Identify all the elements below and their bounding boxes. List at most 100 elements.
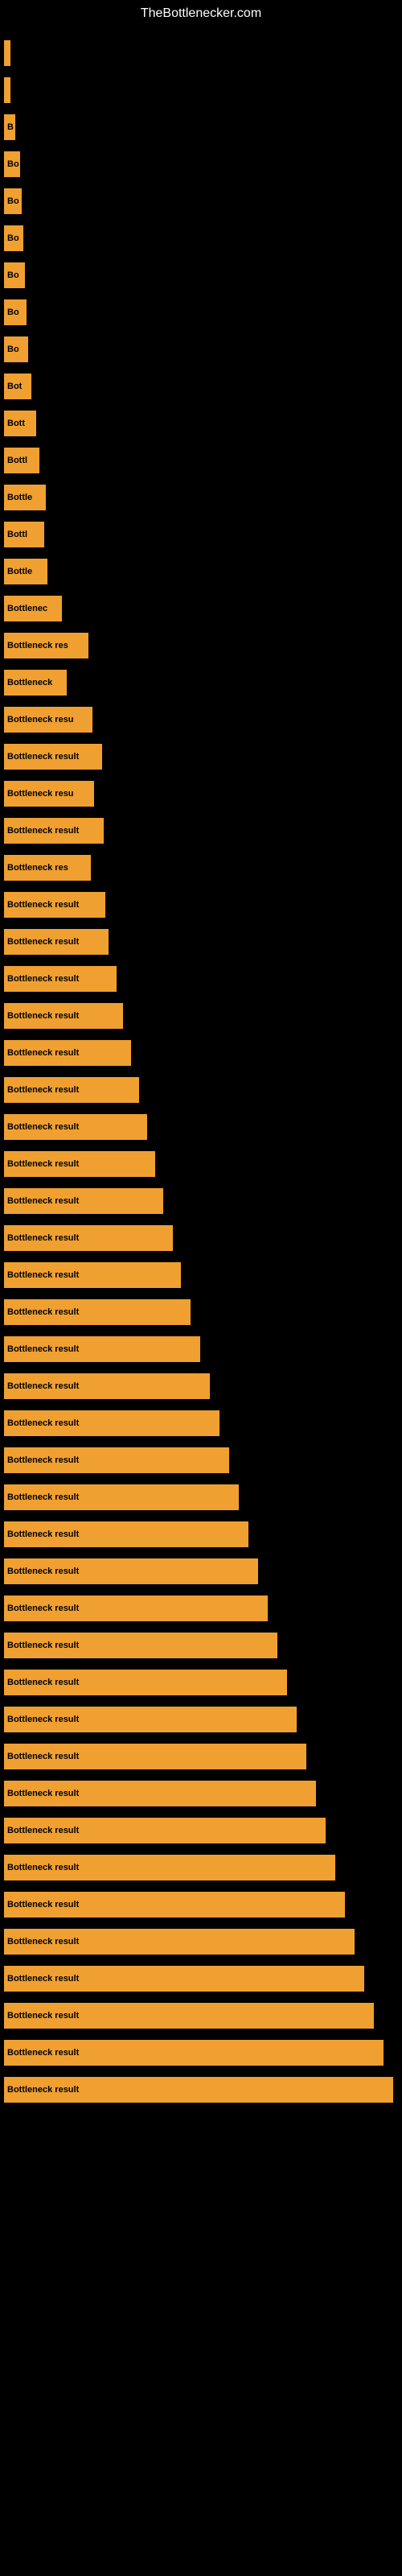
bar-item: Bott: [4, 411, 36, 436]
bar-row: Bottleneck result: [4, 1368, 402, 1404]
bar-row: Bottleneck result: [4, 1331, 402, 1367]
bar-item: Bottleneck result: [4, 1447, 229, 1473]
bar-item: Bottle: [4, 559, 47, 584]
bar-item: [4, 40, 10, 66]
bar-item: Bo: [4, 262, 25, 288]
bar-row: Bottleneck result: [4, 1628, 402, 1663]
bar-item: Bottleneck res: [4, 855, 91, 881]
bar-item: Bottleneck resu: [4, 707, 92, 733]
bar-row: Bottleneck result: [4, 887, 402, 923]
bar-item: Bottleneck res: [4, 633, 88, 658]
bar-row: Bo: [4, 332, 402, 367]
bar-item: Bo: [4, 188, 22, 214]
bar-item: Bottlenec: [4, 596, 62, 621]
bar-item: Bottleneck result: [4, 1151, 155, 1177]
bar-item: Bottleneck result: [4, 1003, 123, 1029]
bar-row: Bottleneck result: [4, 1739, 402, 1774]
bar-row: Bottleneck result: [4, 998, 402, 1034]
bar-item: Bottleneck result: [4, 1299, 191, 1325]
bar-item: Bottleneck result: [4, 1744, 306, 1769]
bar-row: Bottle: [4, 554, 402, 589]
bar-row: Bo: [4, 295, 402, 330]
bar-item: B: [4, 114, 15, 140]
bar-item: Bottleneck resu: [4, 781, 94, 807]
bar-item: Bottleneck result: [4, 1262, 181, 1288]
bar-row: Bottleneck result: [4, 1998, 402, 2033]
bar-item: Bottleneck result: [4, 1188, 163, 1214]
bar-item: Bottleneck result: [4, 929, 109, 955]
bar-row: Bottleneck result: [4, 961, 402, 997]
bar-item: Bottleneck result: [4, 1373, 210, 1399]
bar-item: Bottleneck result: [4, 1521, 248, 1547]
bar-item: Bottleneck result: [4, 1633, 277, 1658]
bar-row: Bottleneck result: [4, 1109, 402, 1145]
bar-row: Bottleneck result: [4, 1294, 402, 1330]
bar-row: Bottleneck result: [4, 1665, 402, 1700]
bars-container: B Bo Bo Bo Bo Bo Bo Bot Bott Bottl Bottle Bottl Bott…: [0, 27, 402, 2109]
bar-item: Bottleneck result: [4, 744, 102, 770]
bar-item: Bottleneck result: [4, 1596, 268, 1621]
bar-row: Bottleneck result: [4, 1146, 402, 1182]
bar-item: Bottleneck result: [4, 1410, 219, 1436]
bar-item: Bottleneck result: [4, 1225, 173, 1251]
bar-row: Bottleneck result: [4, 1035, 402, 1071]
bar-item: Bo: [4, 299, 27, 325]
bar-row: Bottleneck: [4, 665, 402, 700]
bar-item: Bottleneck result: [4, 1670, 287, 1695]
bar-row: Bottl: [4, 443, 402, 478]
bar-item: Bottleneck result: [4, 1077, 139, 1103]
bar-row: Bottleneck result: [4, 1850, 402, 1885]
bar-row: Bottleneck result: [4, 1183, 402, 1219]
bar-row: Bottleneck result: [4, 813, 402, 848]
bar-item: Bottleneck result: [4, 1114, 147, 1140]
bar-item: Bo: [4, 225, 23, 251]
bar-item: Bottleneck: [4, 670, 67, 696]
bar-item: [4, 77, 10, 103]
bar-row: Bottle: [4, 480, 402, 515]
bar-row: Bottleneck result: [4, 1443, 402, 1478]
bar-row: [4, 72, 402, 108]
bar-item: Bottleneck result: [4, 1336, 200, 1362]
bar-item: Bottleneck result: [4, 966, 117, 992]
bar-row: Bo: [4, 221, 402, 256]
bar-row: Bo: [4, 147, 402, 182]
bar-item: Bottleneck result: [4, 2077, 393, 2103]
bar-row: Bottleneck result: [4, 1480, 402, 1515]
bar-row: Bottleneck result: [4, 2035, 402, 2070]
bar-item: Bo: [4, 336, 28, 362]
bar-item: Bottleneck result: [4, 1818, 326, 1843]
bar-item: Bottleneck result: [4, 1892, 345, 1918]
bar-row: B: [4, 109, 402, 145]
bar-row: Bottleneck result: [4, 1406, 402, 1441]
bar-row: Bottleneck result: [4, 1257, 402, 1293]
bar-row: Bottleneck result: [4, 1072, 402, 1108]
bar-row: Bo: [4, 184, 402, 219]
bar-row: Bottleneck result: [4, 1776, 402, 1811]
bar-item: Bottleneck result: [4, 1855, 335, 1880]
bar-row: Bottleneck resu: [4, 702, 402, 737]
bar-item: Bo: [4, 151, 20, 177]
bar-row: Bottlenec: [4, 591, 402, 626]
bar-row: Bo: [4, 258, 402, 293]
site-title: TheBottlenecker.com: [0, 0, 402, 27]
bar-row: Bottleneck result: [4, 924, 402, 960]
bar-row: Bottleneck result: [4, 1887, 402, 1922]
bar-row: Bottleneck result: [4, 1924, 402, 1959]
bar-row: Bottleneck result: [4, 1591, 402, 1626]
bar-row: Bottleneck res: [4, 850, 402, 886]
bar-item: Bottleneck result: [4, 1558, 258, 1584]
bar-item: Bottleneck result: [4, 1929, 355, 1955]
bar-row: Bottleneck result: [4, 1220, 402, 1256]
bar-item: Bottl: [4, 522, 44, 547]
bar-item: Bottleneck result: [4, 892, 105, 918]
bar-item: Bottleneck result: [4, 2003, 374, 2029]
bar-item: Bottleneck result: [4, 1707, 297, 1732]
bar-row: Bottleneck result: [4, 1554, 402, 1589]
bar-row: Bottleneck result: [4, 1813, 402, 1848]
bar-item: Bot: [4, 374, 31, 399]
bar-item: Bottleneck result: [4, 1966, 364, 1992]
bar-item: Bottl: [4, 448, 39, 473]
bar-row: [4, 35, 402, 71]
bar-row: Bottleneck result: [4, 1517, 402, 1552]
bar-row: Bott: [4, 406, 402, 441]
